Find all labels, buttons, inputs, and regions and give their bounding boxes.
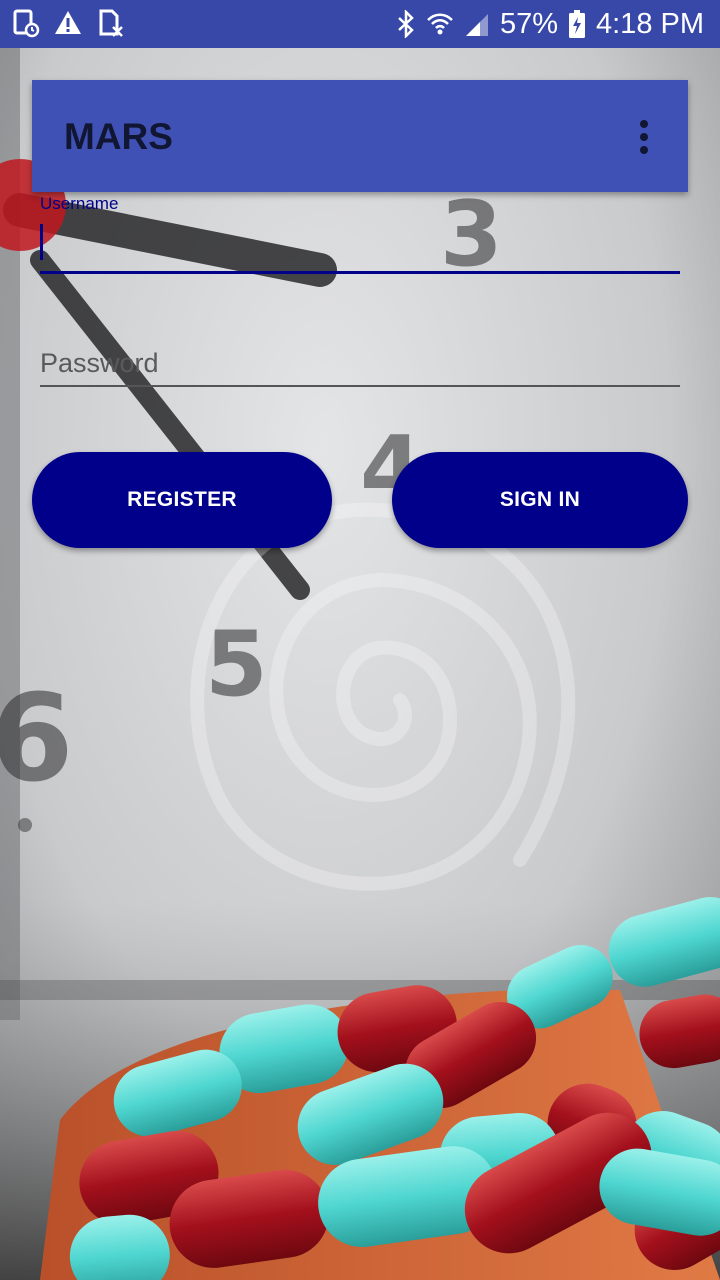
battery-charging-icon — [569, 10, 585, 38]
app-bar: MARS — [32, 80, 688, 192]
notification-icons — [12, 8, 124, 38]
app-title: MARS — [64, 116, 173, 157]
password-underline — [40, 385, 680, 387]
password-field — [40, 340, 680, 390]
password-input[interactable] — [40, 344, 680, 382]
battery-percent: 57% — [499, 7, 558, 40]
username-label: Username — [40, 194, 119, 213]
register-button[interactable]: REGISTER — [32, 452, 332, 548]
username-input[interactable] — [40, 224, 688, 262]
signal-icon — [465, 14, 488, 36]
sim-off-icon — [99, 9, 123, 37]
status-bar: 57% 4:18 PM — [0, 0, 720, 48]
bluetooth-icon — [398, 10, 414, 38]
more-vert-icon[interactable] — [628, 118, 660, 158]
username-field: Username — [40, 194, 688, 278]
background-photo: 3 4 5 6 — [0, 0, 720, 1280]
screenshot-icon — [13, 9, 40, 38]
wifi-icon — [427, 13, 453, 35]
svg-text:6: 6 — [0, 670, 74, 809]
warning-icon — [55, 11, 81, 34]
sign-in-button[interactable]: SIGN IN — [392, 452, 688, 548]
clock: 4:18 PM — [596, 7, 704, 40]
username-underline — [40, 271, 680, 274]
system-status: 57% 4:18 PM — [396, 0, 704, 48]
